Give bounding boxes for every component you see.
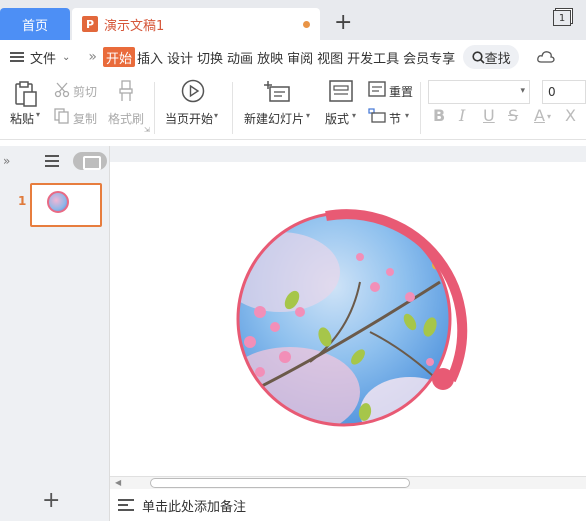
outline-view-icon[interactable] [45, 155, 59, 167]
ribbon: 粘贴 ▾ 剪切 复制 格式刷 ⇲ 当页开始 ▾ 新建幻灯片 ▾ 版式 ▾ 重置 … [0, 74, 586, 140]
chevron-down-icon[interactable]: ▾ [306, 111, 310, 120]
new-tab-button[interactable]: + [334, 10, 352, 35]
collapse-panel-icon[interactable]: » [3, 154, 10, 168]
chevron-down-icon[interactable]: ▾ [547, 112, 551, 121]
underline-button[interactable]: U [483, 106, 495, 125]
format-painter-icon [119, 80, 133, 101]
layout-icon[interactable] [329, 80, 353, 102]
bold-button[interactable]: B [433, 106, 445, 125]
tab-review[interactable]: 审阅 [285, 40, 315, 74]
play-from-current-button[interactable]: 当页开始 [165, 110, 213, 127]
layout-button[interactable]: 版式 [325, 110, 349, 127]
slide-number: 1 [18, 194, 27, 208]
chevron-down-icon[interactable]: ▾ [520, 86, 525, 96]
tab-member[interactable]: 会员专享 [401, 40, 457, 74]
reset-button[interactable]: 重置 [389, 83, 413, 100]
divider [232, 82, 233, 134]
copy-button[interactable]: 复制 [73, 110, 97, 127]
reset-icon [368, 81, 386, 97]
search-button[interactable]: 查找 [463, 45, 520, 69]
scroll-left-icon[interactable]: ◀ [115, 478, 121, 487]
notes-pane[interactable]: 单击此处添加备注 [110, 489, 586, 521]
clipboard-icon[interactable] [14, 80, 38, 108]
play-icon[interactable] [181, 79, 205, 103]
thumbnail-image [47, 191, 69, 213]
paste-dropdown-icon[interactable]: ▾ [36, 110, 40, 119]
progress-handle[interactable] [432, 368, 454, 390]
tab-slideshow[interactable]: 放映 [255, 40, 285, 74]
search-icon [472, 50, 485, 64]
slide-thumbnail[interactable] [30, 183, 102, 227]
tab-document[interactable]: P 演示文稿1 [72, 8, 320, 40]
tab-design[interactable]: 设计 [165, 40, 195, 74]
tab-home[interactable]: 首页 [0, 8, 70, 40]
new-slide-icon[interactable] [264, 79, 290, 103]
superscript-button[interactable]: X [565, 106, 576, 125]
paste-button[interactable]: 粘贴 [10, 110, 34, 127]
scrollbar-thumb[interactable] [150, 478, 410, 488]
tab-start[interactable]: 开始 [102, 47, 135, 67]
horizontal-scrollbar[interactable]: ◀ [110, 476, 586, 489]
chevron-down-icon[interactable]: ▾ [405, 111, 409, 120]
section-button[interactable]: 节 [389, 110, 401, 127]
section-icon [368, 108, 386, 123]
scissors-icon [54, 82, 70, 98]
slide-content [236, 209, 468, 427]
tab-bar: 首页 P 演示文稿1 + 1 [0, 0, 586, 40]
strikethrough-button[interactable]: S [508, 106, 518, 125]
format-painter-button[interactable]: 格式刷 [108, 110, 144, 127]
slide-canvas[interactable] [110, 162, 586, 477]
font-name-select[interactable]: ▾ [428, 80, 530, 104]
copy-icon [54, 108, 69, 124]
chevron-down-icon[interactable]: ▾ [214, 111, 218, 120]
notes-placeholder: 单击此处添加备注 [142, 499, 247, 515]
chevron-down-icon[interactable]: ⌄ [62, 52, 70, 63]
hamburger-icon[interactable] [10, 52, 24, 62]
dialog-launcher-icon[interactable]: ⇲ [144, 126, 150, 134]
thumbnail-view-toggle[interactable] [73, 152, 107, 170]
divider [420, 82, 421, 134]
file-menu[interactable]: 文件 [30, 48, 56, 67]
add-slide-button[interactable]: + [42, 488, 60, 513]
font-size-input[interactable]: 0 [542, 80, 586, 104]
tab-view[interactable]: 视图 [315, 40, 345, 74]
notes-icon [118, 499, 134, 511]
unsaved-dot-icon [303, 21, 310, 28]
font-color-button[interactable]: A [534, 106, 545, 125]
italic-button[interactable]: I [459, 106, 465, 125]
menu-bar: 文件 ⌄ » 开始 插入 设计 切换 动画 放映 审阅 视图 开发工具 会员专享… [0, 40, 586, 74]
new-slide-button[interactable]: 新建幻灯片 [244, 110, 304, 127]
tab-insert[interactable]: 插入 [135, 40, 165, 74]
presentation-icon: P [82, 16, 98, 32]
chevron-down-icon[interactable]: ▾ [352, 111, 356, 120]
tab-animation[interactable]: 动画 [225, 40, 255, 74]
tab-transition[interactable]: 切换 [195, 40, 225, 74]
cut-button[interactable]: 剪切 [73, 83, 97, 100]
document-title: 演示文稿1 [104, 18, 165, 34]
slide-panel: » 1 + [0, 146, 110, 521]
tab-developer[interactable]: 开发工具 [345, 40, 401, 74]
more-menu-button[interactable]: » [88, 49, 96, 65]
cloud-icon[interactable] [537, 50, 555, 64]
search-label: 查找 [484, 51, 511, 67]
canvas-area [110, 146, 586, 477]
window-count-icon[interactable]: 1 [553, 10, 571, 26]
divider [154, 82, 155, 134]
